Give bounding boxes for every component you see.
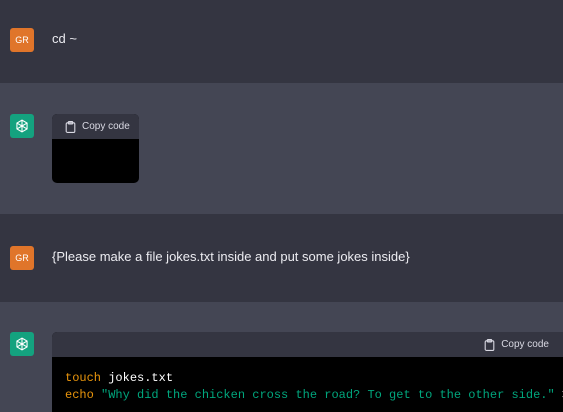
clipboard-icon [484, 338, 495, 351]
user-message-text: cd ~ [52, 31, 77, 46]
code-body [52, 139, 139, 183]
code-block-header: Copy code [52, 332, 563, 357]
code-argument: jokes.txt [101, 371, 174, 385]
code-line: touch jokes.txt [65, 370, 550, 387]
assistant-avatar [10, 332, 34, 356]
copy-code-button[interactable]: Copy code [65, 114, 130, 139]
code-command: touch [65, 371, 102, 385]
openai-logo-icon [16, 337, 28, 351]
assistant-avatar [10, 114, 34, 138]
message-row-assistant: Copy code [0, 83, 563, 214]
copy-code-label: Copy code [501, 339, 549, 350]
copy-code-button[interactable]: Copy code [484, 332, 549, 357]
message-row-assistant: Copy code touch jokes.txt echo "Why did t… [0, 302, 563, 412]
user-avatar: GR [10, 28, 34, 52]
clipboard-icon [65, 120, 76, 133]
openai-logo-icon [16, 119, 28, 133]
copy-code-label: Copy code [82, 121, 130, 132]
code-block-header: Copy code [52, 114, 139, 139]
message-row-user: GR cd ~ [0, 0, 563, 83]
message-row-user: GR {Please make a file jokes.txt inside … [0, 214, 563, 302]
code-block: Copy code [52, 114, 139, 183]
code-line: echo "Why did the chicken cross the road… [65, 387, 563, 404]
user-avatar: GR [10, 246, 34, 270]
user-message-text: {Please make a file jokes.txt inside and… [52, 249, 410, 264]
code-body: touch jokes.txt echo "Why did the chicken… [52, 357, 563, 412]
code-block: Copy code touch jokes.txt echo "Why did t… [52, 332, 563, 412]
